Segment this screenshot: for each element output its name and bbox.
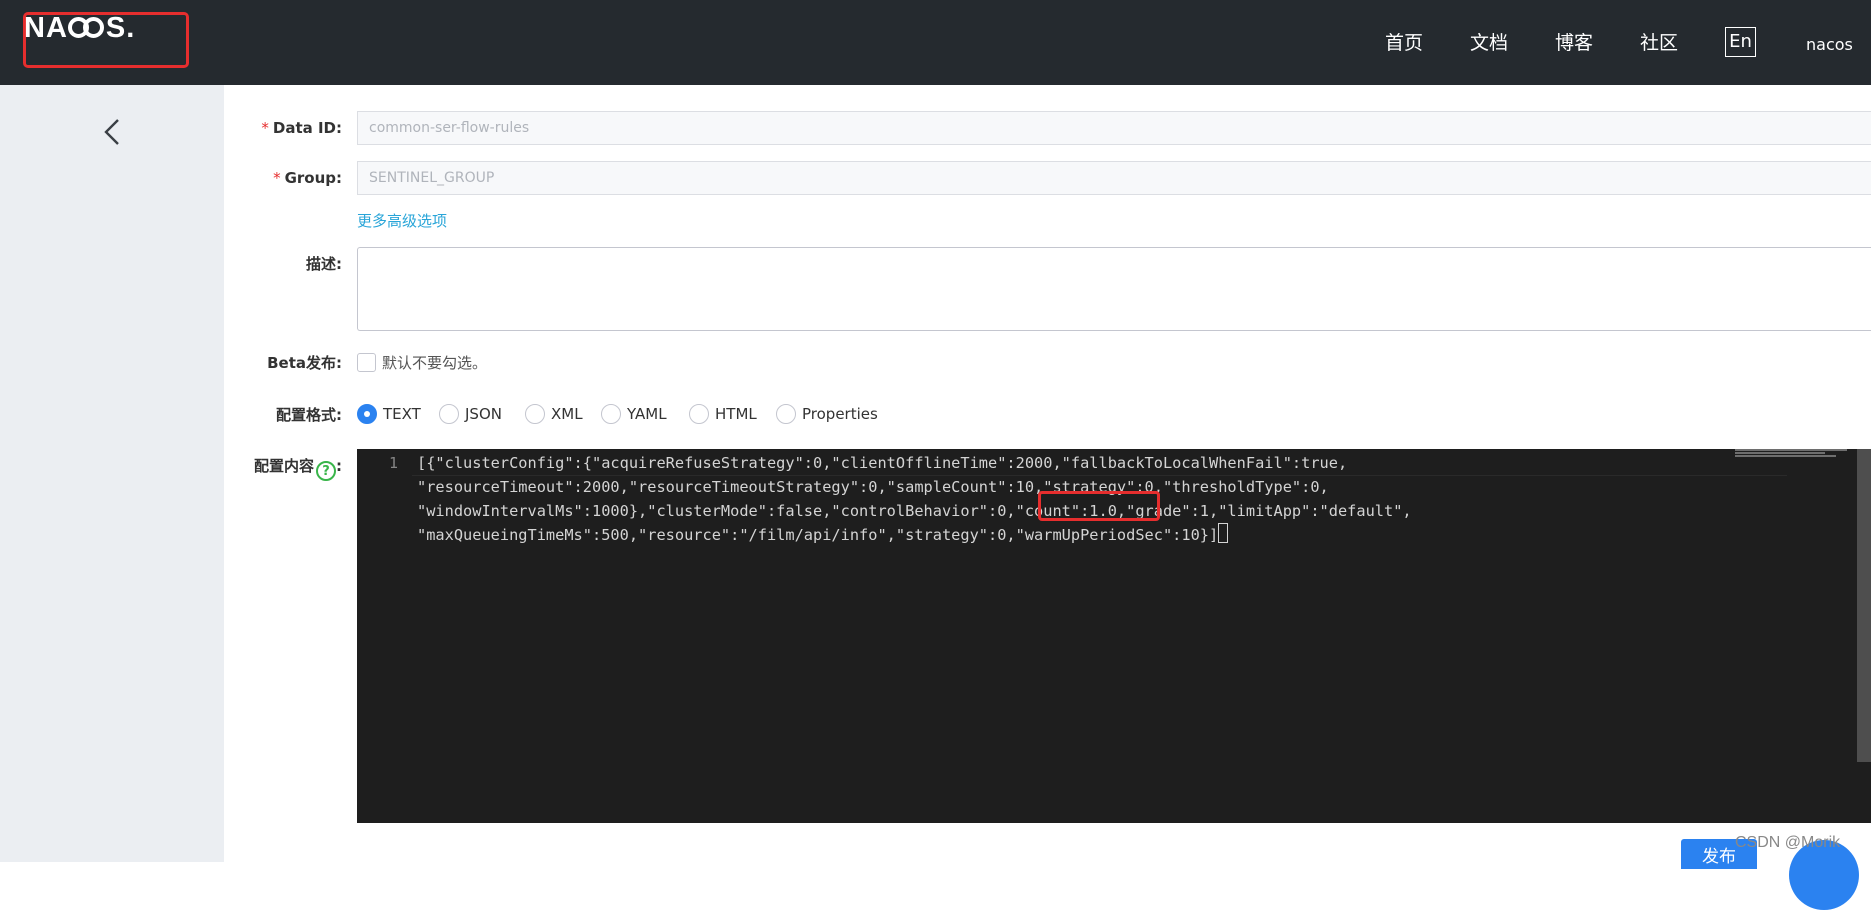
advanced-options-link[interactable]: 更多高级选项 <box>357 210 447 231</box>
nacos-logo[interactable]: NA S. <box>24 13 135 43</box>
text-cursor <box>1218 523 1229 543</box>
code-editor[interactable]: 1 [{"clusterConfig":{"acquireRefuseStrat… <box>357 449 1871 823</box>
beta-checkbox[interactable] <box>357 353 376 372</box>
logo-double-o <box>67 17 106 39</box>
format-radio-html[interactable]: HTML <box>689 403 757 425</box>
nav-home[interactable]: 首页 <box>1385 30 1423 56</box>
data-id-label: * Data ID: <box>261 119 342 137</box>
group-label: * Group: <box>273 169 342 187</box>
format-radio-yaml[interactable]: YAML <box>601 403 667 425</box>
format-label: 配置格式: <box>276 406 342 424</box>
description-textarea[interactable] <box>357 247 1871 331</box>
format-radio-properties[interactable]: Properties <box>776 403 878 425</box>
beta-label: Beta发布: <box>267 354 342 372</box>
watermark: CSDN @Morik <box>1735 834 1841 851</box>
line-number: 1 <box>388 454 398 472</box>
radio-icon <box>776 404 796 424</box>
nav-docs[interactable]: 文档 <box>1470 30 1508 56</box>
content-label: 配置内容?: <box>253 457 342 481</box>
chevron-left-icon[interactable] <box>100 117 124 147</box>
user-menu[interactable]: nacos <box>1806 32 1853 58</box>
editor-content[interactable]: [{"clusterConfig":{"acquireRefuseStrateg… <box>417 451 1412 547</box>
nav-blog[interactable]: 博客 <box>1555 30 1593 56</box>
radio-checked-icon <box>357 404 377 424</box>
beta-hint: 默认不要勾选。 <box>382 354 488 372</box>
top-navbar: NA S. 首页 文档 博客 社区 En nacos <box>0 0 1871 85</box>
count-highlight-annotation <box>1038 491 1160 521</box>
sidebar <box>0 85 224 862</box>
code-line: "resourceTimeout":2000,"resourceTimeoutS… <box>417 478 1329 496</box>
editor-gutter: 1 <box>357 449 407 823</box>
editor-scrollbar[interactable] <box>1857 449 1871 762</box>
required-asterisk: * <box>273 169 281 187</box>
help-icon[interactable]: ? <box>316 461 336 481</box>
radio-icon <box>439 404 459 424</box>
data-id-input[interactable]: common-ser-flow-rules <box>357 111 1871 145</box>
language-toggle-button[interactable]: En <box>1725 27 1756 57</box>
radio-icon <box>689 404 709 424</box>
radio-icon <box>525 404 545 424</box>
radio-icon <box>601 404 621 424</box>
editor-minimap[interactable] <box>1735 449 1847 457</box>
format-radio-xml[interactable]: XML <box>525 403 583 425</box>
required-asterisk: * <box>261 119 269 137</box>
format-radio-json[interactable]: JSON <box>439 403 502 425</box>
code-line: [{"clusterConfig":{"acquireRefuseStrateg… <box>417 454 1348 472</box>
code-line: "maxQueueingTimeMs":500,"resource":"/fil… <box>417 523 1412 547</box>
description-label: 描述: <box>306 255 342 273</box>
group-input[interactable]: SENTINEL_GROUP <box>357 161 1871 195</box>
nav-community[interactable]: 社区 <box>1640 30 1678 56</box>
format-radio-text[interactable]: TEXT <box>357 403 421 425</box>
code-line: "windowIntervalMs":1000},"clusterMode":f… <box>417 502 1412 520</box>
